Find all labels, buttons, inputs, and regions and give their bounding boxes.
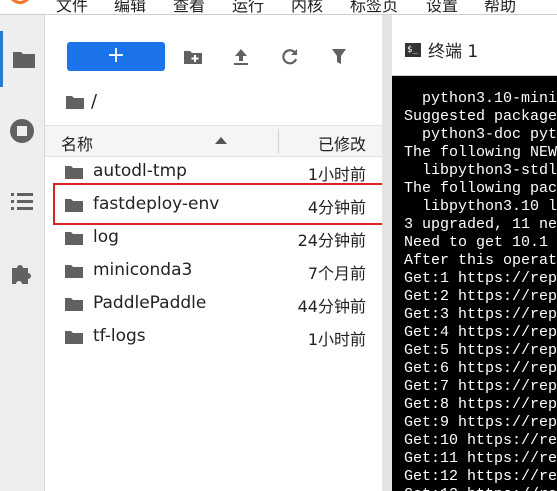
folder-icon xyxy=(65,331,83,344)
folder-icon xyxy=(12,52,35,68)
file-name: PaddlePaddle xyxy=(93,293,207,313)
terminal-text: python3.10-mini Suggested package python… xyxy=(404,90,557,491)
refresh-button[interactable] xyxy=(279,46,301,68)
sort-ascending-icon xyxy=(215,137,227,144)
refresh-icon xyxy=(282,49,298,65)
file-modified: 1小时前 xyxy=(307,330,366,349)
file-modified: 1小时前 xyxy=(307,165,366,184)
file-name: tf-logs xyxy=(93,326,146,346)
menu-tabs[interactable]: 标签页 xyxy=(350,0,398,14)
file-browser-tab[interactable] xyxy=(0,31,44,87)
file-list-header: 名称 已修改 xyxy=(45,125,382,157)
breadcrumb-root[interactable]: / xyxy=(91,91,97,112)
terminal-output[interactable]: python3.10-mini Suggested package python… xyxy=(392,76,557,491)
running-sessions-tab[interactable] xyxy=(0,103,44,159)
folder-icon xyxy=(65,232,83,245)
menu-settings[interactable]: 设置 xyxy=(426,0,458,14)
upload-icon xyxy=(234,49,248,65)
tab-title: 终端 1 xyxy=(428,42,479,62)
menu-edit[interactable]: 编辑 xyxy=(114,0,146,14)
folder-icon xyxy=(65,298,83,311)
menu-help[interactable]: 帮助 xyxy=(484,0,516,14)
menu-bar: 文件 编辑 查看 运行 内核 标签页 设置 帮助 xyxy=(0,0,557,14)
file-row[interactable]: tf-logs 1小时前 xyxy=(45,321,382,354)
file-row[interactable]: log 24分钟前 xyxy=(45,222,382,255)
new-folder-icon xyxy=(184,51,202,64)
filter-icon xyxy=(332,49,346,64)
file-name: autodl-tmp xyxy=(93,161,187,181)
tab-terminal-1[interactable]: $_ 终端 1 xyxy=(405,37,478,62)
table-of-contents-tab[interactable] xyxy=(0,173,44,229)
folder-icon[interactable] xyxy=(65,94,85,110)
menu-kernel[interactable]: 内核 xyxy=(291,0,323,14)
file-row[interactable]: miniconda3 7个月前 xyxy=(45,255,382,288)
file-modified: 24分钟前 xyxy=(297,231,366,250)
jupyter-logo-icon xyxy=(11,0,29,4)
new-launcher-button[interactable]: + xyxy=(67,42,165,71)
menu-file[interactable]: 文件 xyxy=(56,0,88,14)
file-row[interactable]: PaddlePaddle 44分钟前 xyxy=(45,288,382,321)
menu-view[interactable]: 查看 xyxy=(173,0,205,14)
terminal-tab-bar: $_ 终端 1 xyxy=(392,15,557,76)
upload-button[interactable] xyxy=(230,46,252,68)
file-browser-panel: + / 名称 已修改 autodl-tmp 1小时前 fastdeploy-en… xyxy=(45,15,382,491)
list-icon xyxy=(11,193,33,210)
activity-bar xyxy=(0,15,45,491)
menu-run[interactable]: 运行 xyxy=(232,0,264,14)
new-folder-button[interactable] xyxy=(182,46,204,68)
folder-icon xyxy=(65,265,83,278)
file-modified: 44分钟前 xyxy=(297,297,366,316)
puzzle-icon xyxy=(12,265,31,284)
column-divider[interactable] xyxy=(278,129,279,153)
file-name: log xyxy=(93,227,119,247)
panel-splitter[interactable] xyxy=(382,15,392,491)
file-modified: 7个月前 xyxy=(307,264,366,283)
stop-circle-icon xyxy=(10,119,34,143)
highlight-annotation-box xyxy=(53,183,408,225)
column-header-modified[interactable]: 已修改 xyxy=(318,131,366,155)
file-name: miniconda3 xyxy=(93,260,193,280)
column-header-name[interactable]: 名称 xyxy=(61,131,93,155)
extensions-tab[interactable] xyxy=(0,244,44,300)
filter-button[interactable] xyxy=(328,46,350,68)
breadcrumb: / xyxy=(65,91,97,112)
folder-icon xyxy=(65,166,83,179)
terminal-icon: $_ xyxy=(405,42,421,57)
